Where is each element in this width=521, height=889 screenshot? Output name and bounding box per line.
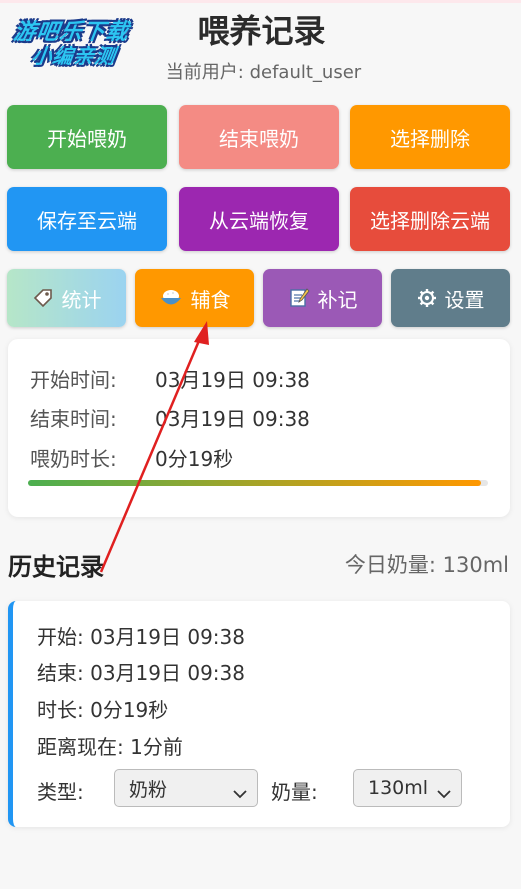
record-duration: 时长: 0分19秒 bbox=[37, 698, 169, 722]
start-time-row: 开始时间: 03月19日 09:38 bbox=[30, 364, 310, 393]
tab-settings[interactable]: 设置 bbox=[391, 269, 510, 327]
restore-from-cloud-button[interactable]: 从云端恢复 bbox=[179, 187, 339, 251]
record-amount-label: 奶量: bbox=[271, 780, 318, 804]
record-time-ago: 距离现在: 1分前 bbox=[37, 735, 183, 759]
record-type-select[interactable]: 奶粉 bbox=[114, 769, 258, 807]
history-title: 历史记录 bbox=[8, 553, 104, 581]
chevron-down-icon bbox=[233, 782, 247, 804]
end-time-row: 结束时间: 03月19日 09:38 bbox=[30, 403, 310, 432]
record-type-label: 类型: bbox=[37, 780, 84, 804]
end-feeding-button[interactable]: 结束喂奶 bbox=[179, 105, 339, 169]
today-total-label: 今日奶量: 130ml bbox=[344, 553, 509, 577]
tab-backfill[interactable]: 补记 bbox=[263, 269, 382, 327]
tag-icon bbox=[32, 287, 54, 309]
record-type-value: 奶粉 bbox=[129, 778, 168, 801]
tab-statistics[interactable]: 统计 bbox=[7, 269, 126, 327]
gear-icon bbox=[417, 288, 437, 308]
start-time-label: 开始时间: bbox=[30, 368, 117, 392]
duration-label: 喂奶时长: bbox=[30, 447, 117, 471]
tab-statistics-label: 统计 bbox=[61, 287, 102, 312]
duration-row: 喂奶时长: 0分19秒 bbox=[30, 443, 233, 472]
end-time-value: 03月19日 09:38 bbox=[155, 407, 310, 431]
select-delete-button[interactable]: 选择删除 bbox=[350, 105, 510, 169]
chevron-down-icon bbox=[437, 782, 451, 804]
page-title: 喂养记录 bbox=[197, 12, 326, 50]
feeding-progress-fill bbox=[28, 480, 482, 486]
tab-settings-label: 设置 bbox=[444, 287, 485, 312]
rice-bowl-icon bbox=[159, 287, 183, 309]
memo-icon bbox=[288, 287, 310, 309]
current-user-label: 当前用户: default_user bbox=[165, 62, 362, 83]
select-delete-cloud-button[interactable]: 选择删除云端 bbox=[350, 187, 510, 251]
feeding-progress-bar bbox=[28, 480, 488, 486]
duration-value: 0分19秒 bbox=[155, 447, 234, 471]
history-record-card[interactable]: 开始: 03月19日 09:38 结束: 03月19日 09:38 时长: 0分… bbox=[8, 601, 510, 827]
start-time-value: 03月19日 09:38 bbox=[155, 368, 310, 392]
end-time-label: 结束时间: bbox=[30, 407, 117, 431]
save-to-cloud-button[interactable]: 保存至云端 bbox=[7, 187, 167, 251]
tab-backfill-label: 补记 bbox=[317, 287, 358, 312]
record-amount-value: 130ml bbox=[368, 777, 429, 799]
start-feeding-button[interactable]: 开始喂奶 bbox=[7, 105, 167, 169]
record-start: 开始: 03月19日 09:38 bbox=[37, 625, 245, 649]
top-accent-line bbox=[0, 0, 521, 3]
tab-complementary-food[interactable]: 辅食 bbox=[135, 269, 254, 327]
record-end: 结束: 03月19日 09:38 bbox=[37, 661, 245, 685]
record-amount-select[interactable]: 130ml bbox=[353, 769, 462, 807]
tab-complementary-food-label: 辅食 bbox=[190, 287, 231, 312]
